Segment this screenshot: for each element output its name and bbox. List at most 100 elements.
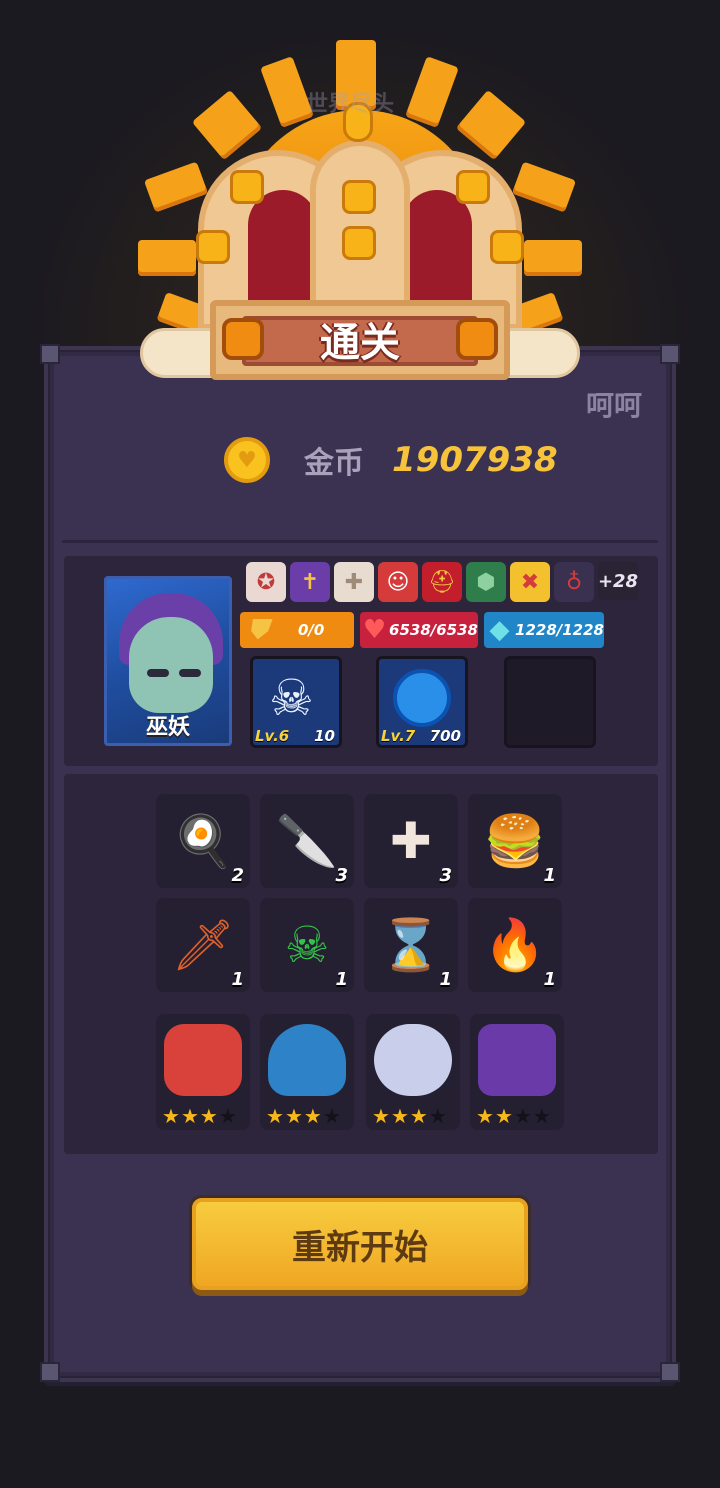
mana-stat: ◆ 1228/1228 (484, 612, 604, 648)
star-rating: ★ ★ ★ ★ (162, 1104, 237, 1128)
crown-gem (456, 170, 490, 204)
heart-icon: ♥ (362, 615, 387, 645)
divider (62, 540, 658, 543)
crown-gem (342, 180, 376, 214)
star-icon: ★ (428, 1104, 447, 1128)
star-icon: ★ (476, 1104, 494, 1128)
coin-icon: ♥ (224, 437, 270, 483)
shield-stat: ⛊ 0/0 (240, 612, 354, 648)
star-icon: ★ (372, 1104, 390, 1128)
star-icon: ★ (390, 1104, 409, 1128)
star-icon: ★ (513, 1104, 532, 1128)
item-count: 1 (543, 865, 556, 886)
item-cell[interactable]: 🗡 1 (156, 898, 250, 992)
hp-stat: ♥ 6538/6538 (360, 612, 478, 648)
crystal-icon: ◆ (489, 615, 510, 645)
star-icon: ★ (409, 1104, 428, 1128)
clown-icon[interactable]: ☺ (378, 562, 418, 602)
item-cell[interactable]: 🔥 1 (468, 898, 562, 992)
item-cell[interactable]: ⌛ 1 (364, 898, 458, 992)
item-cell[interactable]: 🍔 1 (468, 794, 562, 888)
shield-x-icon[interactable]: ✖ (510, 562, 550, 602)
burger-icon: 🍔 (483, 811, 547, 870)
holy-cross-icon[interactable]: ✚ (334, 562, 374, 602)
star-rating: ★ ★ ★ ★ (476, 1104, 551, 1128)
crown-banner: 通关 (130, 30, 590, 390)
item-count: 1 (543, 969, 556, 990)
star-icon: ★ (322, 1104, 341, 1128)
items-box: 🍳 2 🔪 3 ✚ 3 🍔 1 🗡 1 ☠ 1 ⌛ 1 🔥 1 ★ ★ ★ ★ ★ ★ ★… (64, 774, 658, 1154)
hero-portrait[interactable]: 巫妖 (104, 576, 232, 746)
item-count: 3 (335, 865, 348, 886)
cross-icon: ✚ (390, 812, 432, 870)
restart-button[interactable]: 重新开始 (192, 1198, 528, 1290)
potion-necklace-icon[interactable]: ♁ (554, 562, 594, 602)
monster-card[interactable]: ★ ★ ★ ★ (470, 1014, 564, 1130)
blue-orb-icon (393, 669, 451, 727)
star-rating: ★ ★ ★ ★ (372, 1104, 447, 1128)
star-icon: ★ (162, 1104, 180, 1128)
coffin-icon[interactable]: ✝ (290, 562, 330, 602)
star-icon: ★ (218, 1104, 237, 1128)
monster-card[interactable]: ★ ★ ★ ★ (156, 1014, 250, 1130)
crown-velvet (402, 190, 472, 310)
sun-ray (511, 161, 577, 213)
gold-row: ♥ 金币 1907938 (224, 436, 558, 484)
torch-icon: 🔥 (483, 915, 547, 974)
item-count: 1 (335, 969, 348, 990)
blue-ghost-icon (268, 1024, 346, 1096)
panel-corner (660, 344, 680, 364)
side-label: 呵呵 (586, 389, 643, 422)
panel-corner (40, 344, 60, 364)
extra-effects-count[interactable]: +28 (598, 562, 638, 600)
skill-level: Lv.6 (255, 727, 290, 745)
sun-ray (191, 89, 263, 161)
red-dragon-icon (164, 1024, 242, 1096)
turtle-shell-icon[interactable]: ⬢ (466, 562, 506, 602)
item-cell[interactable]: ☠ 1 (260, 898, 354, 992)
empty-skill-slot[interactable] (504, 656, 596, 748)
star-icon: ★ (532, 1104, 551, 1128)
sun-ray (524, 240, 582, 276)
monster-card[interactable]: ★ ★ ★ ★ (366, 1014, 460, 1130)
gold-label: 金币 (304, 446, 364, 481)
helmet-icon[interactable]: ⛑ (422, 562, 462, 602)
skill-slot[interactable]: Lv.7 700 (376, 656, 468, 748)
skill-slot[interactable]: ☠ Lv.6 10 (250, 656, 342, 748)
mana-value: 1228/1228 (515, 621, 604, 639)
cleaver-icon: 🗡 (171, 915, 235, 974)
shield-value: 0/0 (298, 621, 325, 639)
hero-eye (147, 669, 169, 677)
crown-gem (342, 226, 376, 260)
knife-icon: 🔪 (275, 811, 339, 870)
purple-golem-icon (478, 1024, 556, 1096)
hero-face (129, 617, 213, 713)
item-count: 1 (439, 969, 452, 990)
hourglass-icon: ⌛ (379, 915, 443, 974)
crown-gem (230, 170, 264, 204)
item-cell[interactable]: 🍳 2 (156, 794, 250, 888)
shield-icon: ⛊ (248, 614, 268, 645)
star-icon: ★ (303, 1104, 322, 1128)
star-rating: ★ ★ ★ ★ (266, 1104, 341, 1128)
pirate-slime-icon (374, 1024, 452, 1096)
item-count: 3 (439, 865, 452, 886)
skill-level: Lv.7 (381, 727, 416, 745)
hotdog-bun-icon: 🍳 (171, 811, 235, 870)
hero-name: 巫妖 (145, 715, 190, 740)
poison-bottle-icon: ☠ (284, 916, 330, 974)
panel-corner (660, 1362, 680, 1382)
pentagram-icon[interactable]: ✪ (246, 562, 286, 602)
hero-box: 巫妖 ✪ ✝ ✚ ☺ ⛑ ⬢ ✖ ♁ +28 ⛊ 0/0 ♥ 6538/6538… (64, 556, 658, 766)
faint-world-text: 世界尽头 (306, 92, 395, 117)
effect-list: ✪ ✝ ✚ ☺ ⛑ ⬢ ✖ ♁ +28 (246, 562, 638, 602)
hero-eye (179, 669, 201, 677)
item-cell[interactable]: ✚ 3 (364, 794, 458, 888)
monster-card[interactable]: ★ ★ ★ ★ (260, 1014, 354, 1130)
sun-ray (143, 161, 209, 213)
item-cell[interactable]: 🔪 3 (260, 794, 354, 888)
gold-value: 1907938 (392, 440, 558, 480)
crown-gem (490, 230, 524, 264)
star-icon: ★ (199, 1104, 218, 1128)
item-count: 1 (231, 969, 244, 990)
